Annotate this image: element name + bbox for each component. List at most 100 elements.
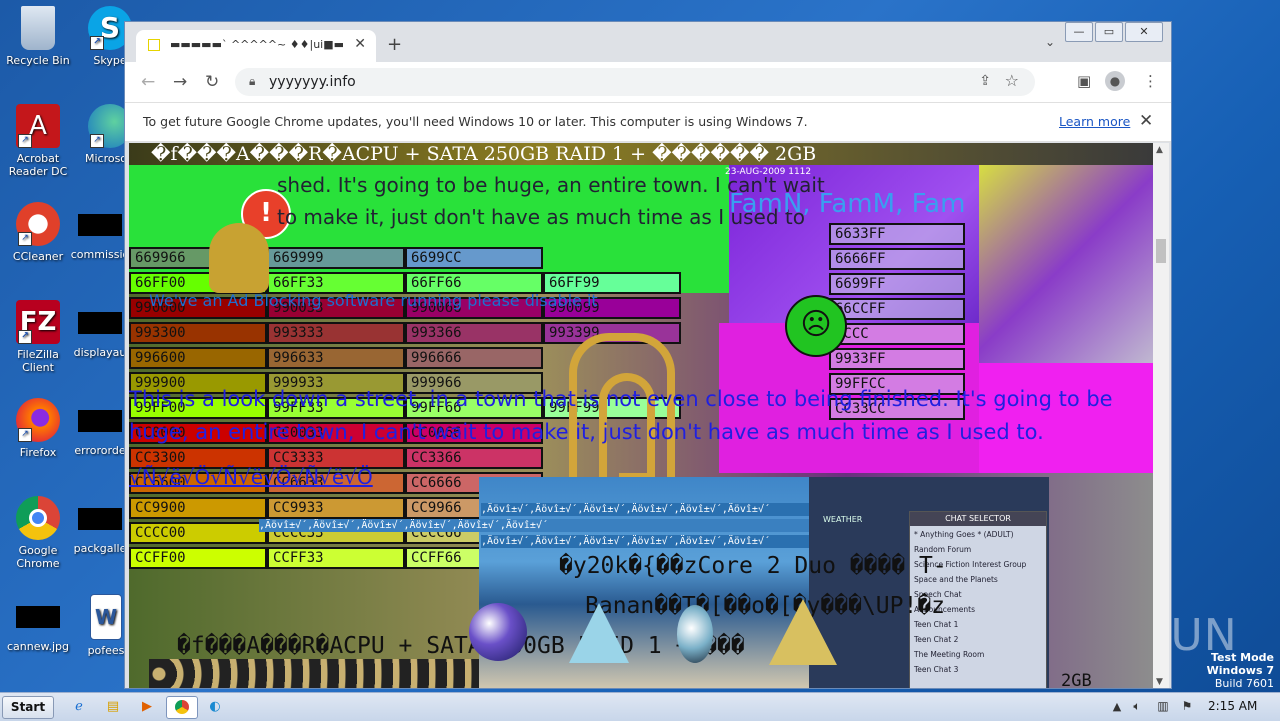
address-bar[interactable]: 🔒︎ yyyyyyy.info ⇪ ☆ (235, 68, 1035, 96)
profile-avatar-icon[interactable]: ● (1105, 71, 1125, 91)
hex-cell-right: 66CCFF (829, 298, 965, 320)
hex-cell-right: 6633FF (829, 223, 965, 245)
bookmark-star-icon[interactable]: ☆ (1005, 71, 1019, 90)
hex-cell: CCFF33 (267, 547, 405, 569)
desktop-icon-label: errororde (74, 444, 126, 457)
acrobat-icon: A ↗ (16, 104, 60, 148)
hex-cell: 6699CC (405, 247, 543, 269)
chrome-window: ▬▬▬▬▬` ^^^^^~ ♦♦|ui■▬ ✕ + ⌄ — ▭ ✕ ← → ↻ … (124, 21, 1172, 689)
desktop-icon-label: FileZilla Client (17, 348, 59, 374)
desktop-icon-label: pofees (87, 644, 125, 657)
watermark-line2: Windows 7 (1206, 664, 1274, 677)
hex-cell: CC9900 (129, 497, 267, 519)
yellow-purple-panel (979, 163, 1153, 363)
title-bar: ▬▬▬▬▬` ^^^^^~ ♦♦|ui■▬ ✕ + ⌄ — ▭ ✕ (125, 22, 1171, 62)
date-stamp: 23-AUG-2009 1112 (725, 167, 812, 177)
active-tab[interactable]: ▬▬▬▬▬` ^^^^^~ ♦♦|ui■▬ ✕ (136, 30, 376, 62)
new-tab-button[interactable]: + (387, 34, 402, 55)
blank-file-icon (16, 606, 60, 628)
firefox-icon: ↗ (16, 398, 60, 442)
infobar-close-icon[interactable]: ✕ (1139, 111, 1153, 131)
volume-icon[interactable]: 🔈︎ (1124, 696, 1150, 717)
side-panel-icon[interactable]: ▣ (1077, 72, 1091, 90)
ccleaner-icon: ↗ (16, 202, 60, 246)
infobar-message: To get future Google Chrome updates, you… (143, 114, 808, 129)
hex-cell: CCCC00 (129, 522, 267, 544)
cartoon-figure (209, 223, 269, 293)
desktop-icon-label: packgalle (73, 542, 127, 555)
cannew-shortcut[interactable]: cannew.jpg (0, 594, 76, 653)
restore-button[interactable]: ▭ (1095, 22, 1123, 42)
minimize-button[interactable]: — (1065, 22, 1093, 42)
forward-arrow-icon[interactable]: → (173, 72, 187, 92)
desktop-icon-label: cannew.jpg (6, 640, 69, 653)
chat-room-item[interactable]: * Anything Goes * (ADULT) (914, 530, 1014, 539)
garbled-row-1: ,Äövî±√´,Äövî±√´,Äövî±√´,Äövî±√´,Äövî±√´… (481, 503, 861, 516)
tab-close-icon[interactable]: ✕ (354, 36, 366, 52)
crystal-pyramid-right (769, 599, 837, 665)
hex-cell: CC9933 (267, 497, 405, 519)
ie-taskbar-icon[interactable]: ℯ (66, 696, 92, 717)
hex-cell: 669999 (267, 247, 405, 269)
desktop-icon-label: Recycle Bin (6, 54, 70, 67)
hex-cell-right: 6666FF (829, 248, 965, 270)
chrome-taskbar-icon[interactable] (166, 696, 198, 719)
action-center-flag-icon[interactable]: ⚑ (1174, 696, 1200, 717)
mono-tail: 2GB (1061, 671, 1092, 689)
share-icon[interactable]: ⇪ (979, 73, 991, 89)
hex-cell: 996633 (267, 347, 405, 369)
adblock-notice: We've an Ad Blocking software running pl… (149, 291, 598, 310)
reload-icon[interactable]: ↻ (205, 72, 219, 92)
hex-cell: 993366 (405, 322, 543, 344)
filezilla-icon: FZ ↗ (16, 300, 60, 344)
mojibake-link[interactable]: √Ñ√ë√Ö√Ñ√ë√Ö√Ñ√ë√Ö (129, 465, 373, 489)
explorer-folder-icon[interactable]: ▤ (100, 696, 126, 717)
chrome-icon (16, 496, 60, 540)
page-scrollbar[interactable]: ▲ ▼ (1153, 143, 1169, 688)
hex-cell: 993300 (129, 322, 267, 344)
chat-room-item[interactable]: The Meeting Room (914, 650, 984, 659)
desktop-icon-label: commissio (70, 248, 130, 261)
hex-cell-right: 9933FF (829, 348, 965, 370)
close-window-button[interactable]: ✕ (1125, 22, 1163, 42)
desktop-icon-label: Skype (93, 54, 127, 67)
edge-taskbar-icon[interactable]: ◐ (202, 696, 228, 717)
lock-icon[interactable]: 🔒︎ (249, 74, 255, 89)
taskbar-clock[interactable]: 2:15 AM (1208, 699, 1257, 713)
word-icon: W (90, 594, 122, 640)
acrobat-shortcut[interactable]: A ↗ Acrobat Reader DC (0, 104, 76, 178)
scroll-up-icon[interactable]: ▲ (1156, 145, 1163, 155)
media-player-icon[interactable]: ▶ (134, 696, 160, 717)
window-controls: — ▭ ✕ (1063, 22, 1163, 42)
menu-kebab-icon[interactable]: ⋮ (1143, 72, 1158, 90)
dotted-strip (149, 659, 479, 688)
start-button[interactable]: Start (2, 696, 54, 719)
scroll-down-icon[interactable]: ▼ (1156, 677, 1163, 687)
desktop-icon-label: Acrobat Reader DC (8, 152, 68, 178)
hex-cell-right: 6699FF (829, 273, 965, 295)
scrollbar-thumb[interactable] (1156, 239, 1166, 263)
desktop-icon-label: Firefox (19, 446, 57, 459)
hex-cell: CC3366 (405, 447, 543, 469)
page-favicon-icon (148, 39, 160, 51)
blank-file-icon (78, 312, 122, 334)
hex-cell: CCFF00 (129, 547, 267, 569)
learn-more-link[interactable]: Learn more (1059, 114, 1130, 129)
back-arrow-icon[interactable]: ← (141, 72, 155, 92)
famn-text: FamN, FamM, Fam (729, 189, 966, 219)
garbled-row-3: ,Äövî±√´,Äövî±√´,Äövî±√´,Äövî±√´,Äövî±√´… (481, 535, 861, 548)
desktop-icon-label: CCleaner (12, 250, 64, 263)
recycle-bin-shortcut[interactable]: Recycle Bin (0, 6, 76, 67)
watermark-line1: Test Mode (1211, 651, 1274, 664)
chat-room-item[interactable]: Teen Chat 1 (914, 620, 958, 629)
chat-room-item[interactable]: Teen Chat 3 (914, 665, 958, 674)
hex-cell: 996666 (405, 347, 543, 369)
chat-room-item[interactable]: Teen Chat 2 (914, 635, 958, 644)
street-paragraph: This is a look down a street, in a town … (129, 387, 1113, 444)
tab-search-chevron-down-icon[interactable]: ⌄ (1045, 35, 1055, 49)
browser-toolbar: ← → ↻ 🔒︎ yyyyyyy.info ⇪ ☆ ▣ ● ⋮ (125, 62, 1171, 102)
green-text-line2: to make it, just don't have as much time… (277, 205, 805, 229)
network-icon[interactable]: ▥ (1150, 696, 1176, 717)
recycle-bin-icon (21, 6, 55, 50)
hex-cell: 993333 (267, 322, 405, 344)
